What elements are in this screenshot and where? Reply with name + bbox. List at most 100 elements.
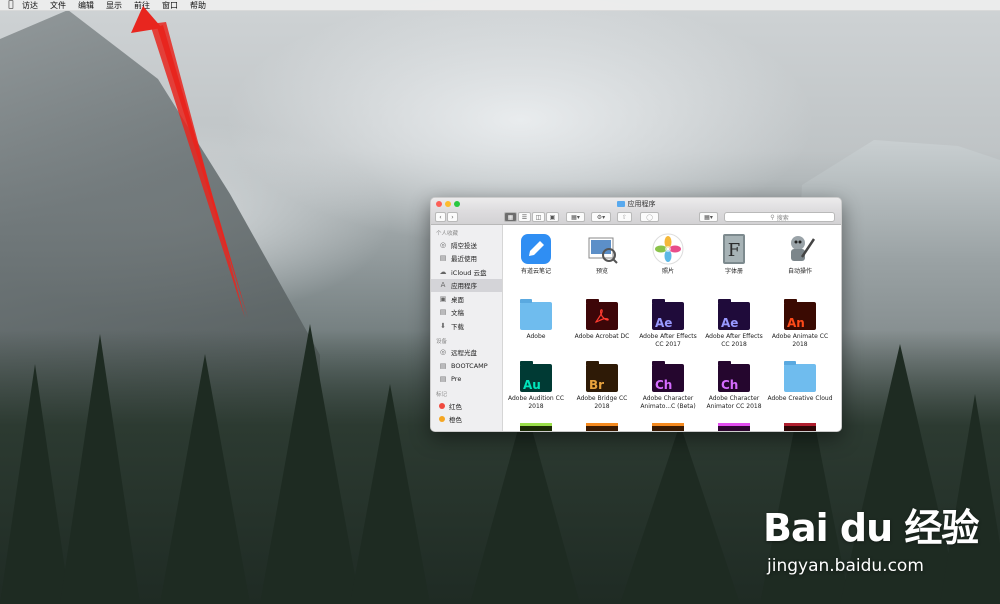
after-effects-folder-icon: Ae — [652, 299, 684, 330]
column-view-button[interactable]: ◫ — [532, 212, 545, 222]
app-after-effects-2017[interactable]: Ae Adobe After Effects CC 2017 — [635, 298, 701, 349]
zoom-button[interactable] — [454, 201, 460, 207]
menu-view[interactable]: 显示 — [106, 0, 122, 11]
animate-folder-icon: An — [784, 299, 816, 330]
menu-edit[interactable]: 编辑 — [78, 0, 94, 11]
folder-icon — [718, 423, 750, 431]
folder-icon — [520, 423, 552, 431]
bridge-folder-icon: Br — [586, 361, 618, 392]
sidebar-item-documents[interactable]: ▤ 文稿 — [431, 306, 502, 320]
sidebar-section-devices: 设备 — [436, 338, 448, 345]
audition-folder-icon: Au — [520, 361, 552, 392]
preview-icon — [586, 233, 618, 265]
gallery-view-button[interactable]: ▣ — [546, 212, 559, 222]
app-partial[interactable] — [503, 423, 569, 431]
document-icon: ▤ — [439, 308, 447, 317]
app-automator[interactable]: 自动操作 — [767, 233, 833, 276]
file-grid: 有道云笔记 预览 照片 F 字体册 自动操作 Adobe Adobe Acrob… — [503, 225, 841, 431]
baidu-logo: Bai du 经验 — [763, 506, 979, 550]
download-icon: ⬇ — [440, 321, 446, 330]
window-title: 应用程序 — [627, 200, 656, 208]
app-partial[interactable] — [635, 423, 701, 431]
sidebar-item-bootcamp[interactable]: ▤ BOOTCAMP — [431, 359, 502, 373]
watermark-url: jingyan.baidu.com — [767, 556, 924, 576]
sidebar-item-tag-orange[interactable]: 橙色 — [431, 413, 502, 427]
applications-icon: A — [440, 281, 446, 290]
app-creative-cloud[interactable]: Adobe Creative Cloud — [767, 360, 833, 403]
app-acrobat-dc[interactable]: Adobe Acrobat DC — [569, 298, 635, 341]
icon-view-button[interactable]: ▦ — [504, 212, 517, 222]
character-animator-folder-icon: Ch — [718, 361, 750, 392]
finder-window: 应用程序 ‹ › ▦ ☰ ◫ ▣ ▦▾ ⚙▾ ⇧ ◯ ▦▾ ⚲ 搜索 个人收藏 … — [430, 197, 842, 432]
app-preview[interactable]: 预览 — [569, 233, 635, 276]
photos-icon — [652, 233, 684, 265]
acrobat-folder-icon — [586, 299, 618, 330]
red-tag-icon — [439, 402, 445, 409]
disc-icon: ◎ — [439, 348, 447, 357]
folder-icon — [784, 423, 816, 431]
airdrop-icon: ◎ — [439, 240, 447, 249]
menu-help[interactable]: 帮助 — [190, 0, 206, 11]
menu-go[interactable]: 前往 — [134, 0, 150, 11]
menu-file[interactable]: 文件 — [50, 0, 66, 11]
app-adobe-folder[interactable]: Adobe — [503, 298, 569, 341]
sidebar-item-applications[interactable]: A 应用程序 — [431, 278, 502, 292]
app-partial[interactable] — [701, 423, 767, 431]
sidebar-item-tag-red[interactable]: 红色 — [431, 399, 502, 413]
menu-finder[interactable]: 访达 — [22, 0, 38, 11]
app-partial[interactable] — [767, 423, 833, 431]
forward-button[interactable]: › — [447, 212, 458, 222]
svg-text:F: F — [728, 240, 741, 261]
youdao-note-icon — [520, 233, 552, 265]
search-field[interactable]: ⚲ 搜索 — [724, 212, 835, 222]
app-character-animator-beta[interactable]: Ch Adobe Character Animato...C (Beta) — [635, 360, 701, 411]
sidebar-item-airdrop[interactable]: ◎ 隔空投送 — [431, 238, 502, 252]
app-audition-2018[interactable]: Au Adobe Audition CC 2018 — [503, 360, 569, 411]
dropbox-button[interactable]: ▦▾ — [699, 212, 718, 222]
sidebar-item-remote-disc[interactable]: ◎ 远程光盘 — [431, 346, 502, 360]
app-character-animator-2018[interactable]: Ch Adobe Character Animator CC 2018 — [701, 360, 767, 411]
group-by-button[interactable]: ▦▾ — [566, 212, 585, 222]
sidebar-section-favorites: 个人收藏 — [436, 231, 459, 237]
sidebar-item-downloads[interactable]: ⬇ 下载 — [431, 319, 502, 333]
apple-menu-icon[interactable]:  — [0, 0, 22, 10]
font-book-icon: F — [718, 233, 750, 265]
minimize-button[interactable] — [445, 201, 451, 207]
menu-bar:  访达 文件 编辑 显示 前往 窗口 帮助 — [0, 0, 1000, 11]
baidu-jingyan-watermark: Bai du 经验 jingyan.baidu.com — [763, 497, 993, 587]
close-button[interactable] — [436, 201, 442, 207]
after-effects-folder-icon: Ae — [718, 299, 750, 330]
search-placeholder: 搜索 — [776, 214, 789, 222]
share-button[interactable]: ⇧ — [617, 212, 632, 222]
action-gear-button[interactable]: ⚙▾ — [591, 212, 611, 222]
drive-icon: ▤ — [439, 361, 447, 370]
back-button[interactable]: ‹ — [435, 212, 446, 222]
app-animate-2018[interactable]: An Adobe Animate CC 2018 — [767, 298, 833, 349]
folder-icon — [520, 299, 552, 330]
cloud-icon: ☁ — [439, 267, 447, 276]
recents-icon: ▤ — [439, 254, 447, 263]
app-partial[interactable] — [569, 423, 635, 431]
menu-window[interactable]: 窗口 — [162, 0, 178, 11]
app-font-book[interactable]: F 字体册 — [701, 233, 767, 276]
folder-icon — [652, 423, 684, 431]
list-view-button[interactable]: ☰ — [518, 212, 531, 222]
title-bar[interactable]: 应用程序 — [431, 198, 841, 210]
sidebar-section-tags: 标记 — [436, 392, 448, 398]
search-icon: ⚲ — [770, 213, 775, 221]
sidebar-item-pre[interactable]: ▤ Pre — [431, 373, 502, 387]
desktop-icon: ▣ — [439, 294, 447, 303]
sidebar-item-icloud[interactable]: ☁ iCloud 云盘 — [431, 265, 502, 279]
character-animator-folder-icon: Ch — [652, 361, 684, 392]
sidebar-item-recents[interactable]: ▤ 最近使用 — [431, 252, 502, 266]
app-after-effects-2018[interactable]: Ae Adobe After Effects CC 2018 — [701, 298, 767, 349]
orange-tag-icon — [439, 416, 445, 423]
app-photos[interactable]: 照片 — [635, 233, 701, 276]
sidebar-item-desktop[interactable]: ▣ 桌面 — [431, 292, 502, 306]
toolbar: ‹ › ▦ ☰ ◫ ▣ ▦▾ ⚙▾ ⇧ ◯ ▦▾ ⚲ 搜索 — [431, 210, 841, 225]
tag-button[interactable]: ◯ — [640, 212, 659, 222]
app-bridge-2018[interactable]: Br Adobe Bridge CC 2018 — [569, 360, 635, 411]
folder-icon — [586, 423, 618, 431]
drive-icon: ▤ — [439, 375, 447, 384]
app-youdao-note[interactable]: 有道云笔记 — [503, 233, 569, 276]
